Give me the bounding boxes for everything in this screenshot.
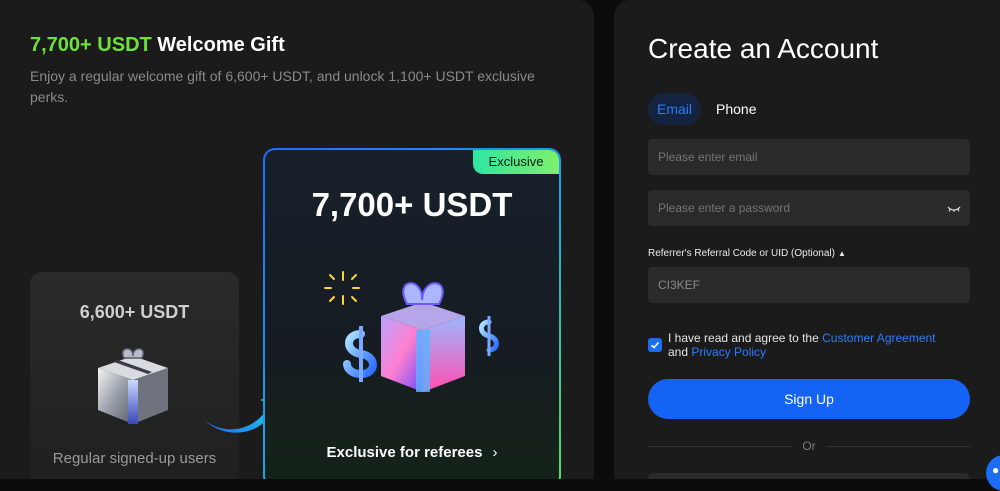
referral-code-label: Referrer's Referral Code or UID (Optiona… — [648, 248, 835, 259]
promo-subline: Enjoy a regular welcome gift of 6,600+ U… — [30, 68, 535, 105]
eye-closed-icon[interactable] — [947, 206, 961, 212]
privacy-policy-link[interactable]: Privacy Policy — [691, 345, 766, 359]
social-login-button[interactable] — [648, 473, 970, 479]
signup-method-tabs: Email Phone — [648, 93, 766, 125]
caret-up-icon: ▲ — [837, 249, 846, 258]
gift-box-icon — [324, 271, 499, 392]
regular-caption: Regular signed-up users — [52, 450, 217, 467]
referral-code-field[interactable] — [648, 267, 970, 303]
agreement-text: I have read and agree to the Customer Ag… — [668, 331, 988, 359]
email-field[interactable] — [648, 139, 970, 175]
referees-link-label: Exclusive for referees — [326, 444, 483, 461]
agree-checkbox[interactable] — [648, 338, 662, 352]
regular-amount: 6,600+ USDT — [79, 302, 190, 322]
promo-headline-accent: 7,700+ USDT — [30, 34, 152, 56]
agree-prefix: I have read and agree to the — [668, 331, 819, 345]
divider — [826, 446, 970, 447]
regular-user-card: 6,600+ USDT Regular signed-up users — [30, 272, 239, 479]
customer-agreement-link[interactable]: Customer Agreement — [822, 331, 935, 345]
exclusive-referee-card[interactable]: Exclusive 7,700+ USDT Exclusive for refe… — [263, 148, 561, 479]
agree-and: and — [668, 345, 689, 359]
exclusive-amount: 7,700+ USDT — [311, 186, 513, 223]
tab-phone[interactable]: Phone — [707, 93, 765, 125]
checkmark-icon — [650, 341, 660, 349]
promo-headline-rest: Welcome Gift — [151, 34, 285, 56]
gift-box-icon — [98, 348, 168, 424]
chevron-right-icon: › — [492, 444, 498, 461]
signup-panel: Create an Account Email Phone Referrer's… — [614, 0, 1000, 479]
referral-code-toggle[interactable]: Referrer's Referral Code or UID (Optiona… — [648, 248, 846, 259]
chat-icon: ● — [992, 463, 1000, 477]
exclusive-badge: Exclusive — [473, 150, 559, 174]
page-title: Create an Account — [648, 33, 879, 64]
password-field[interactable] — [648, 190, 970, 226]
sign-up-button[interactable]: Sign Up — [648, 379, 970, 419]
promo-panel: 7,700+ USDT Welcome Gift Enjoy a regular… — [0, 0, 594, 479]
tab-email[interactable]: Email — [648, 93, 702, 125]
exclusive-referees-link[interactable]: Exclusive for referees › — [265, 444, 559, 461]
promo-headline: 7,700+ USDT Welcome Gift — [30, 34, 285, 57]
